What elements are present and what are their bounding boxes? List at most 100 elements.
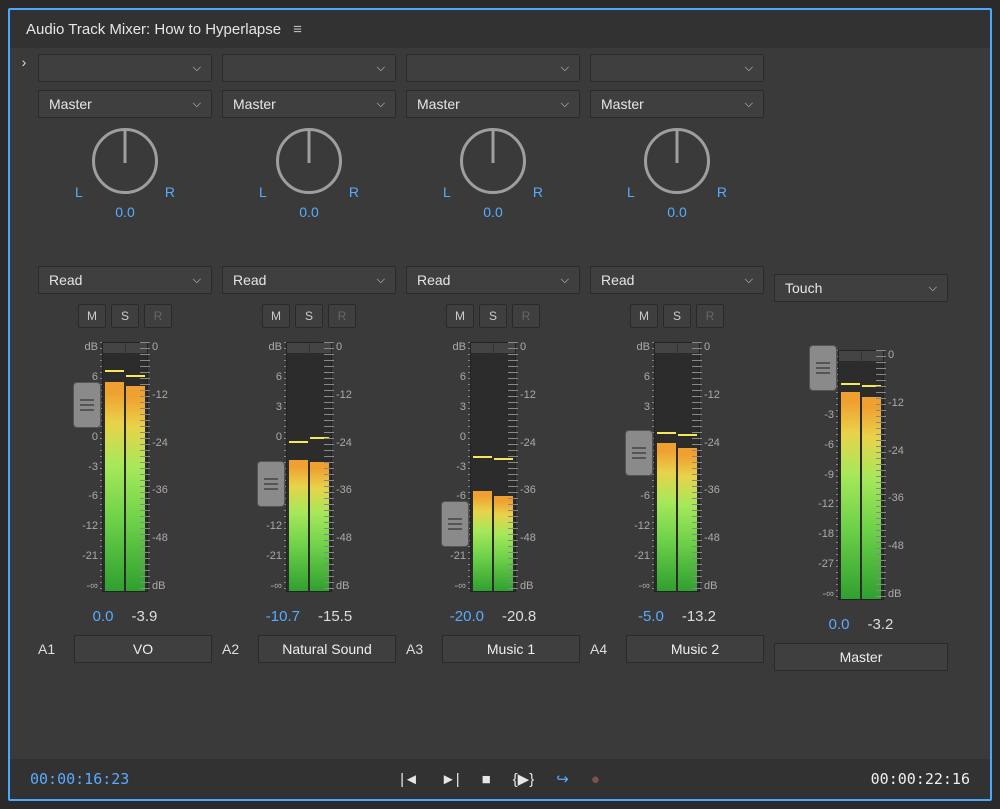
volume-readout[interactable]: -5.0 [638, 608, 664, 625]
panel-titlebar: Audio Track Mixer: How to Hyperlapse ≡ [10, 10, 990, 48]
pan-right-label: R [165, 184, 175, 200]
panel-title: Audio Track Mixer: How to Hyperlapse [26, 21, 281, 38]
send-assignment-dropdown[interactable]: ⌵ [590, 54, 764, 82]
volume-fader[interactable] [73, 382, 101, 428]
track-id-label: A1 [38, 641, 66, 657]
solo-button[interactable]: S [663, 304, 691, 328]
chevron-down-icon: ⌵ [745, 274, 753, 287]
pan-right-label: R [349, 184, 359, 200]
timecode-total: 00:00:22:16 [871, 770, 970, 788]
output-assignment-dropdown[interactable]: Master⌵ [38, 90, 212, 118]
pan-right-label: R [533, 184, 543, 200]
track-id-label: A3 [406, 641, 434, 657]
output-assignment-dropdown[interactable]: Master⌵ [406, 90, 580, 118]
automation-mode-dropdown[interactable]: Read⌵ [406, 266, 580, 294]
chevron-down-icon: ⌵ [377, 274, 385, 287]
pan-left-label: L [627, 184, 635, 200]
volume-readout[interactable]: -20.0 [450, 608, 484, 625]
send-assignment-dropdown[interactable]: ⌵ [406, 54, 580, 82]
automation-mode-dropdown[interactable]: Read⌵ [590, 266, 764, 294]
peak-readout[interactable]: -15.5 [318, 608, 352, 625]
track-strip: ⌵Master⌵LR0.0Read⌵MSRdB630-3-6-12-21-∞0-… [590, 54, 764, 753]
volume-readout[interactable]: 0.0 [829, 616, 850, 633]
track-id-label: A2 [222, 641, 250, 657]
output-assignment-dropdown[interactable]: Master⌵ [590, 90, 764, 118]
volume-fader[interactable] [441, 501, 469, 547]
chevron-down-icon: ⌵ [745, 98, 753, 111]
automation-mode-dropdown[interactable]: Touch⌵ [774, 274, 948, 302]
peak-readout[interactable]: -3.2 [868, 616, 894, 633]
solo-button[interactable]: S [111, 304, 139, 328]
output-assignment-dropdown[interactable]: Master⌵ [222, 90, 396, 118]
track-name-field[interactable]: VO [74, 635, 212, 663]
pan-value[interactable]: 0.0 [299, 204, 318, 220]
chevron-down-icon: ⌵ [561, 274, 569, 287]
mute-button[interactable]: M [78, 304, 106, 328]
volume-fader[interactable] [625, 430, 653, 476]
record-enable-button[interactable]: R [144, 304, 172, 328]
peak-readout[interactable]: -3.9 [132, 608, 158, 625]
pan-knob[interactable] [92, 128, 158, 194]
audio-track-mixer-panel: Audio Track Mixer: How to Hyperlapse ≡ ›… [8, 8, 992, 801]
record-enable-button[interactable]: R [328, 304, 356, 328]
record-enable-button[interactable]: R [696, 304, 724, 328]
pan-value[interactable]: 0.0 [483, 204, 502, 220]
mute-button[interactable]: M [262, 304, 290, 328]
pan-knob[interactable] [276, 128, 342, 194]
peak-readout[interactable]: -20.8 [502, 608, 536, 625]
loop-button[interactable]: ↪ [556, 770, 569, 788]
play-in-to-out-button[interactable]: {▶} [513, 770, 535, 788]
pan-right-label: R [717, 184, 727, 200]
track-name-field[interactable]: Natural Sound [258, 635, 396, 663]
record-button[interactable]: ● [591, 771, 600, 788]
automation-mode-dropdown[interactable]: Read⌵ [222, 266, 396, 294]
pan-knob[interactable] [644, 128, 710, 194]
track-strip: ⌵Master⌵LR0.0Read⌵MSRdB630-3-6-12-21-∞0-… [406, 54, 580, 753]
effects-sidebar-toggle[interactable]: › [10, 48, 38, 759]
pan-knob[interactable] [460, 128, 526, 194]
chevron-down-icon: ⌵ [561, 98, 569, 111]
panel-menu-icon[interactable]: ≡ [293, 21, 302, 38]
chevron-down-icon: ⌵ [377, 62, 385, 75]
automation-mode-dropdown[interactable]: Read⌵ [38, 266, 212, 294]
pan-value[interactable]: 0.0 [115, 204, 134, 220]
pan-value[interactable]: 0.0 [667, 204, 686, 220]
timecode-current[interactable]: 00:00:16:23 [30, 770, 129, 788]
chevron-down-icon: ⌵ [193, 98, 201, 111]
send-assignment-dropdown[interactable]: ⌵ [222, 54, 396, 82]
chevron-down-icon: ⌵ [745, 62, 753, 75]
volume-fader[interactable] [809, 345, 837, 391]
chevron-down-icon: ⌵ [377, 98, 385, 111]
chevron-down-icon: ⌵ [193, 62, 201, 75]
solo-button[interactable]: S [479, 304, 507, 328]
mute-button[interactable]: M [446, 304, 474, 328]
transport-controls: |◄ ►| ■ {▶} ↪ ● [400, 770, 600, 788]
volume-readout[interactable]: -10.7 [266, 608, 300, 625]
send-assignment-dropdown[interactable]: ⌵ [38, 54, 212, 82]
volume-readout[interactable]: 0.0 [93, 608, 114, 625]
track-id-label: A4 [590, 641, 618, 657]
go-to-out-button[interactable]: ►| [441, 771, 460, 788]
solo-button[interactable]: S [295, 304, 323, 328]
track-name-field[interactable]: Music 2 [626, 635, 764, 663]
mute-button[interactable]: M [630, 304, 658, 328]
pan-left-label: L [259, 184, 267, 200]
track-strip: ⌵Master⌵LR0.0Read⌵MSRdB630-3-6-12-21-∞0-… [222, 54, 396, 753]
volume-fader[interactable] [257, 461, 285, 507]
track-strip: ⌵Master⌵LR0.0Read⌵MSRdB630-3-6-12-21-∞0-… [38, 54, 212, 753]
record-enable-button[interactable]: R [512, 304, 540, 328]
mixer-body: › ⌵Master⌵LR0.0Read⌵MSRdB630-3-6-12-21-∞… [10, 48, 990, 759]
stop-button[interactable]: ■ [482, 771, 491, 788]
master-strip: ⌵Touch⌵dB0-3-6-9-12-18-27-∞0-12-24-36-48… [774, 54, 948, 753]
chevron-down-icon: ⌵ [561, 62, 569, 75]
track-name-field[interactable]: Master [774, 643, 948, 671]
chevron-down-icon: ⌵ [193, 274, 201, 287]
go-to-in-button[interactable]: |◄ [400, 771, 419, 788]
track-strips-container: ⌵Master⌵LR0.0Read⌵MSRdB630-3-6-12-21-∞0-… [38, 48, 990, 759]
chevron-down-icon: ⌵ [929, 282, 937, 295]
peak-readout[interactable]: -13.2 [682, 608, 716, 625]
pan-left-label: L [75, 184, 83, 200]
track-name-field[interactable]: Music 1 [442, 635, 580, 663]
pan-left-label: L [443, 184, 451, 200]
transport-footer: 00:00:16:23 |◄ ►| ■ {▶} ↪ ● 00:00:22:16 [10, 759, 990, 799]
